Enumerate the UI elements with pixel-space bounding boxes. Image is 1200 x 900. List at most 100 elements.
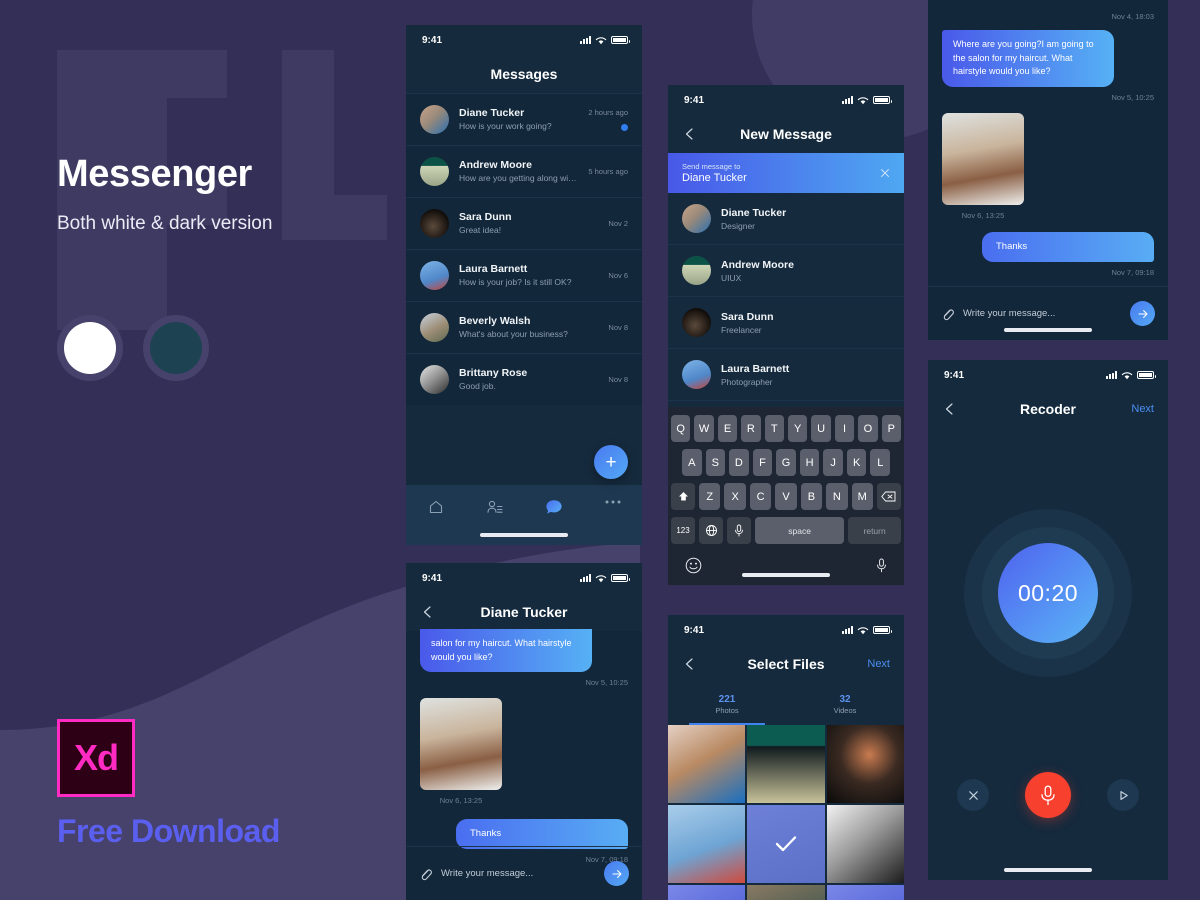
new-message-button[interactable]: + <box>594 445 628 479</box>
send-button[interactable] <box>604 861 629 886</box>
numbers-key[interactable]: 123 <box>671 517 695 544</box>
attachment-icon[interactable] <box>419 866 432 881</box>
key-f[interactable]: F <box>752 449 773 476</box>
globe-key[interactable] <box>699 517 723 544</box>
tab-photos[interactable]: 221 Photos <box>668 683 786 725</box>
emoji-icon[interactable] <box>685 557 702 574</box>
message-row[interactable]: Laura Barnett How is your job? Is it sti… <box>406 249 642 301</box>
message-timestamp: Nov 5, 10:25 <box>585 678 628 687</box>
tab-chat[interactable] <box>524 499 583 516</box>
contact-row[interactable]: Laura Barnett Photographer <box>668 349 904 401</box>
send-to-banner[interactable]: Send message to Diane Tucker <box>668 153 904 193</box>
swatch-dark[interactable] <box>143 315 209 381</box>
contacts-list[interactable]: Diane Tucker Designer Andrew Moore UIUX <box>668 193 904 401</box>
contact-name: Sara Dunn <box>721 311 774 324</box>
free-download-label[interactable]: Free Download <box>57 813 280 850</box>
tab-videos[interactable]: 32 Videos <box>786 683 904 725</box>
key-y[interactable]: Y <box>788 415 808 442</box>
key-k[interactable]: K <box>846 449 867 476</box>
message-input[interactable]: Write your message... <box>963 308 1121 319</box>
key-l[interactable]: L <box>870 449 891 476</box>
photo-cell[interactable] <box>668 885 746 900</box>
message-row[interactable]: Brittany Rose Good job. Nov 8 <box>406 353 642 405</box>
key-n[interactable]: N <box>826 483 848 510</box>
key-a[interactable]: A <box>681 449 702 476</box>
microphone-icon[interactable] <box>876 558 887 573</box>
key-i[interactable]: I <box>834 415 855 442</box>
signal-icon <box>580 574 591 582</box>
dictation-key[interactable] <box>727 517 751 544</box>
key-e[interactable]: E <box>717 415 738 442</box>
message-composer[interactable]: Write your message... <box>406 846 642 900</box>
record-button[interactable] <box>1025 772 1071 818</box>
messages-list[interactable]: Diane Tucker How is your work going? 2 h… <box>406 93 642 405</box>
photo-cell-selected[interactable] <box>747 805 825 883</box>
photo-cell[interactable] <box>668 725 746 803</box>
status-bar: 9:41 <box>668 615 904 645</box>
tab-home[interactable] <box>406 499 465 515</box>
key-p[interactable]: P <box>881 415 902 442</box>
photo-cell[interactable] <box>826 885 904 900</box>
key-x[interactable]: X <box>724 483 746 510</box>
message-input[interactable]: Write your message... <box>441 868 595 879</box>
contact-row[interactable]: Diane Tucker Designer <box>668 193 904 245</box>
screen-recorder: 9:41 Recoder Next 00:20 <box>928 360 1168 880</box>
tab-more[interactable] <box>583 499 642 505</box>
on-screen-keyboard[interactable]: Q W E R T Y U I O P A S D F G H J K L Z … <box>668 407 904 585</box>
key-m[interactable]: M <box>851 483 873 510</box>
return-key[interactable]: return <box>848 517 901 544</box>
attachment-icon[interactable] <box>941 306 954 321</box>
cancel-recording-button[interactable] <box>957 779 989 811</box>
photo-cell[interactable] <box>747 885 825 900</box>
message-row[interactable]: Andrew Moore How are you getting along w… <box>406 145 642 197</box>
photo-cell[interactable] <box>747 725 825 803</box>
key-w[interactable]: W <box>694 415 714 442</box>
videos-count: 32 <box>839 693 851 705</box>
key-d[interactable]: D <box>729 449 749 476</box>
next-button[interactable]: Next <box>867 658 890 670</box>
back-arrow-icon[interactable] <box>682 126 698 142</box>
contact-row[interactable]: Sara Dunn Freelancer <box>668 297 904 349</box>
message-photo[interactable] <box>942 112 1024 205</box>
shift-key[interactable] <box>671 483 696 510</box>
key-j[interactable]: J <box>823 449 843 476</box>
photo-cell[interactable] <box>826 725 904 803</box>
close-icon <box>968 790 978 800</box>
message-photo[interactable] <box>420 698 502 790</box>
key-u[interactable]: U <box>811 415 831 442</box>
message-row[interactable]: Beverly Walsh What's about your business… <box>406 301 642 353</box>
key-o[interactable]: O <box>858 415 878 442</box>
key-t[interactable]: T <box>764 415 784 442</box>
back-arrow-icon[interactable] <box>682 656 698 672</box>
play-icon <box>1119 790 1128 800</box>
key-z[interactable]: Z <box>699 483 721 510</box>
key-c[interactable]: C <box>749 483 772 510</box>
photo-cell[interactable] <box>826 805 904 883</box>
contact-row[interactable]: Andrew Moore UIUX <box>668 245 904 297</box>
key-b[interactable]: B <box>800 483 823 510</box>
photo-grid[interactable] <box>668 725 904 900</box>
play-recording-button[interactable] <box>1107 779 1139 811</box>
contact-name: Diane Tucker <box>721 207 787 220</box>
photo-cell[interactable] <box>668 805 746 883</box>
message-row[interactable]: Sara Dunn Great idea! Nov 2 <box>406 197 642 249</box>
photos-label: Photos <box>715 705 739 715</box>
space-key[interactable]: space <box>755 517 845 544</box>
key-s[interactable]: S <box>705 449 726 476</box>
message-row[interactable]: Diane Tucker How is your work going? 2 h… <box>406 93 642 145</box>
close-icon[interactable] <box>879 167 891 179</box>
key-q[interactable]: Q <box>670 415 691 442</box>
message-time: Nov 2 <box>608 219 628 228</box>
swatch-light[interactable] <box>57 315 123 381</box>
key-r[interactable]: R <box>741 415 761 442</box>
next-button[interactable]: Next <box>1131 403 1154 415</box>
back-arrow-icon[interactable] <box>942 401 958 417</box>
key-h[interactable]: H <box>799 449 820 476</box>
backspace-key[interactable] <box>876 483 901 510</box>
status-bar: 9:41 <box>406 25 642 55</box>
key-v[interactable]: V <box>775 483 797 510</box>
send-button[interactable] <box>1130 301 1155 326</box>
back-arrow-icon[interactable] <box>420 604 436 620</box>
key-g[interactable]: G <box>776 449 796 476</box>
tab-contacts[interactable] <box>465 499 524 515</box>
